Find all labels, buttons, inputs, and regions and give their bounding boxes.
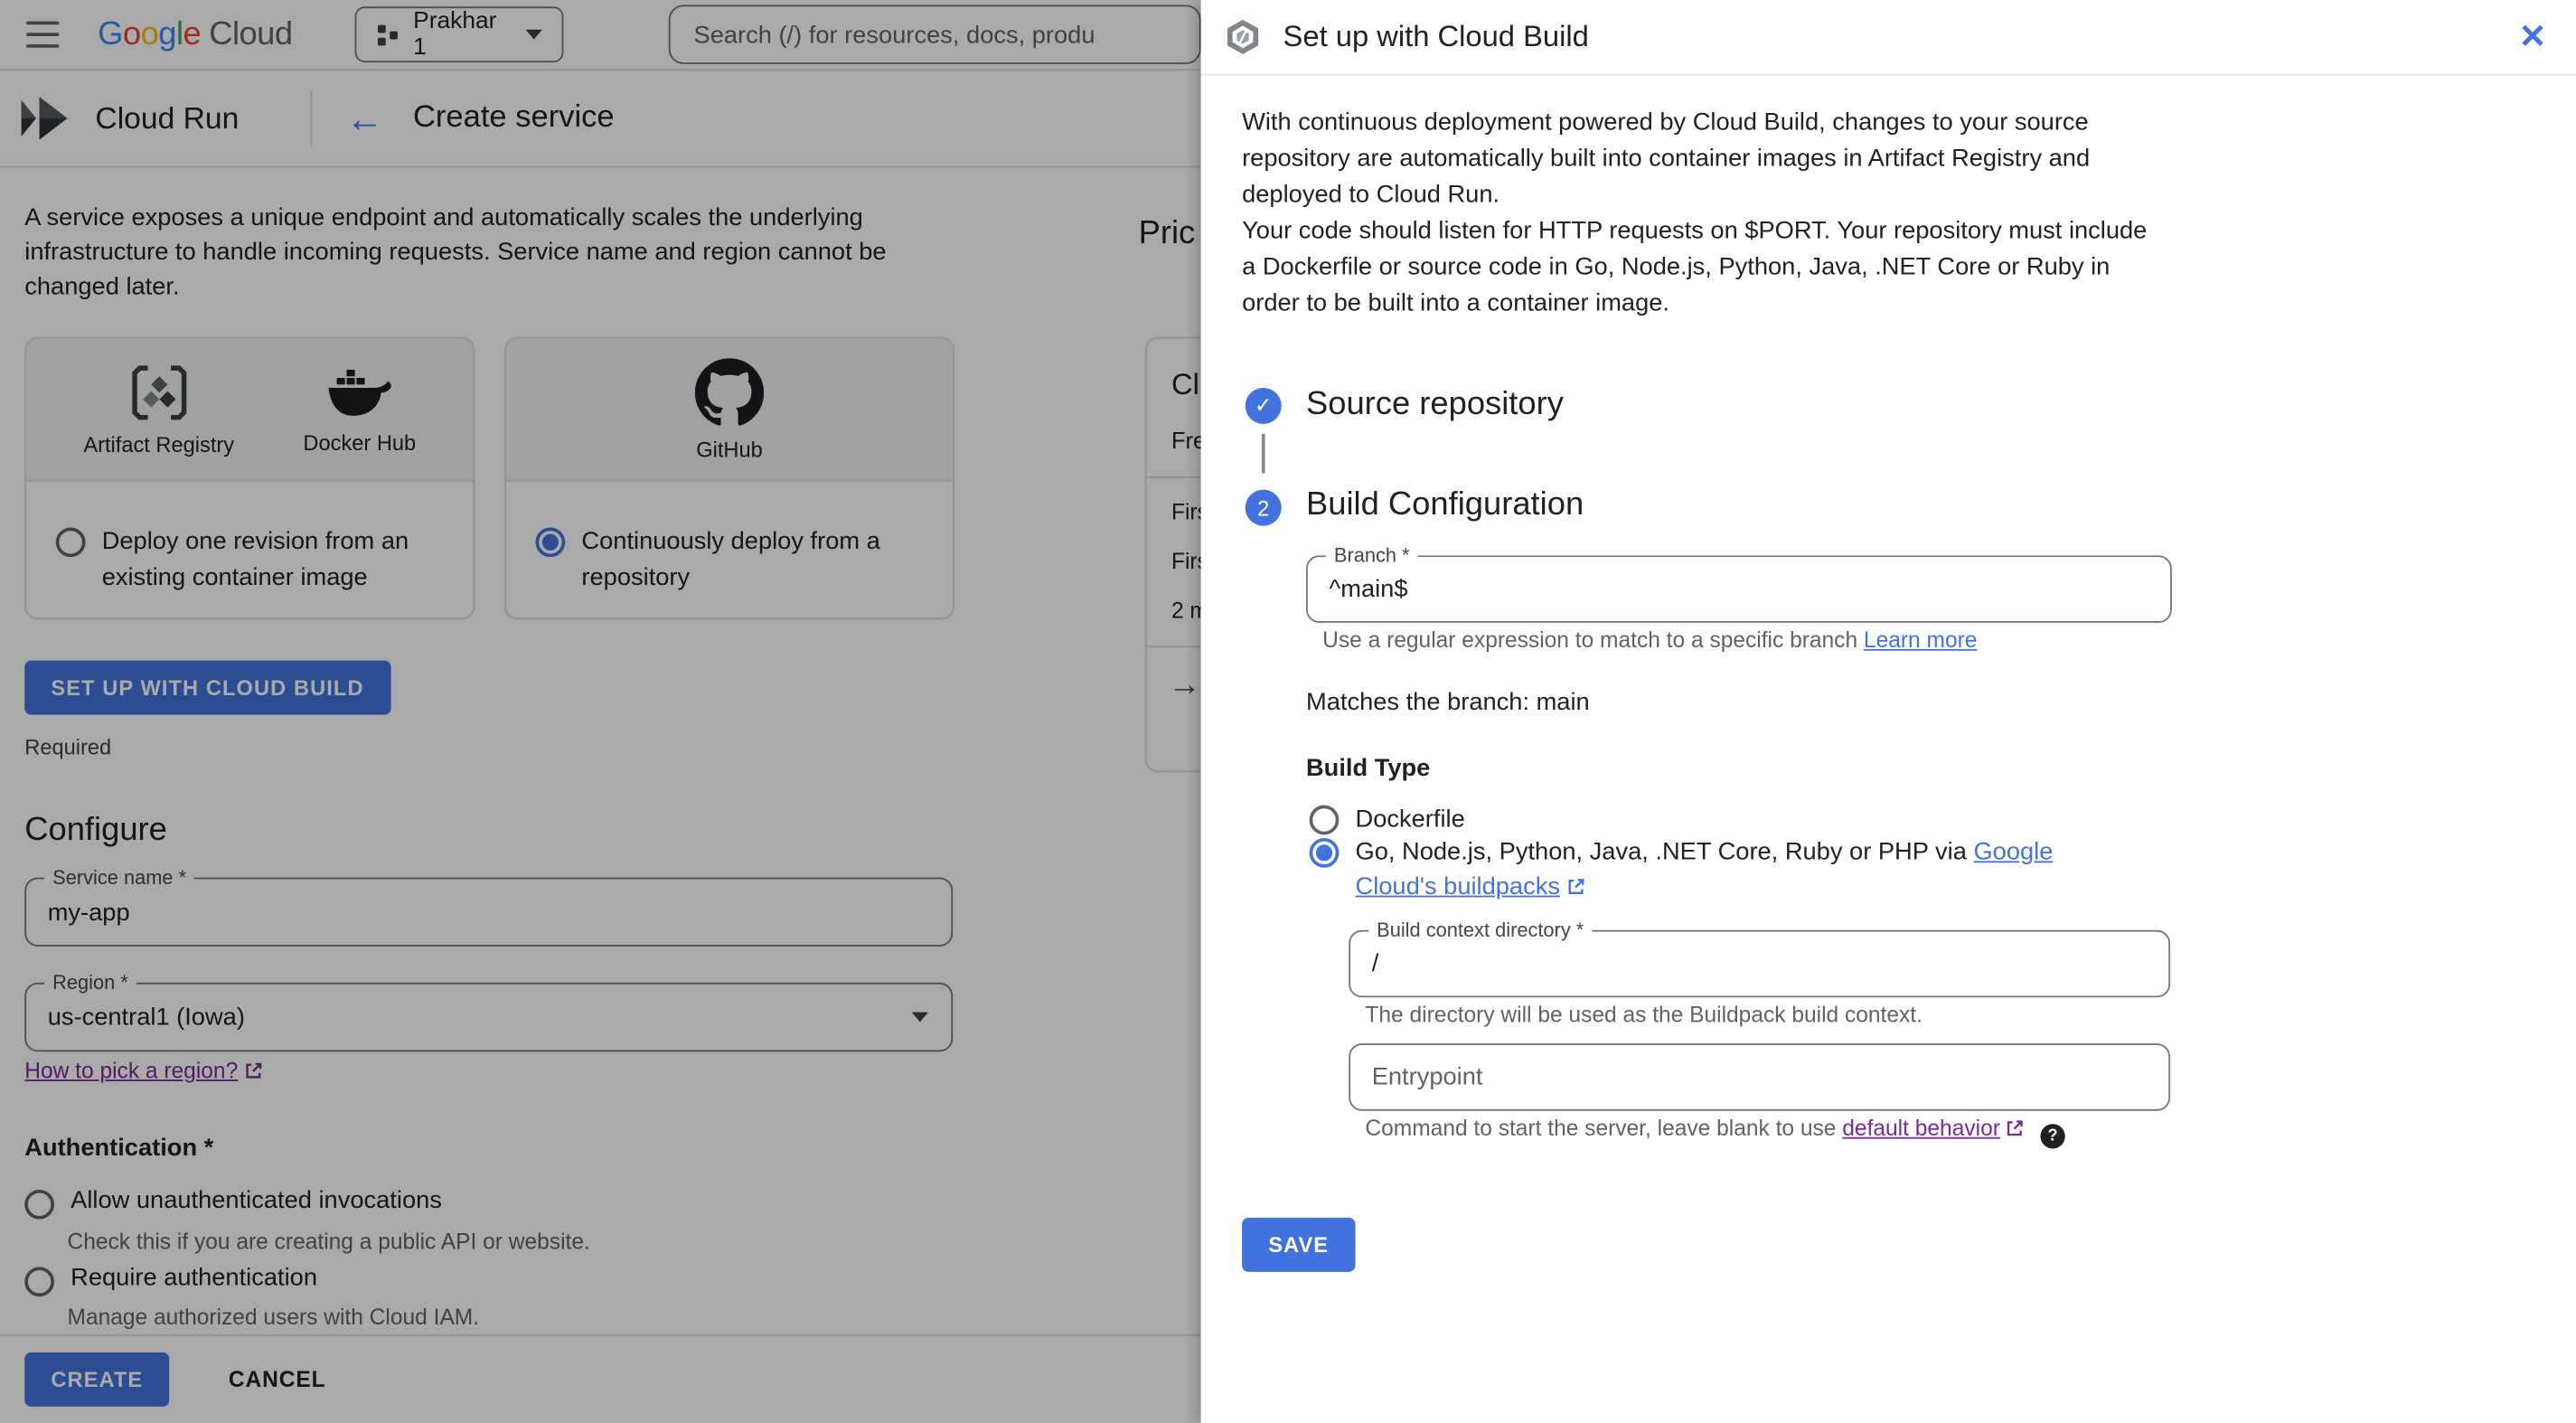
panel-description: With continuous deployment powered by Cl… bbox=[1242, 105, 2165, 322]
panel-description-p2: Your code should listen for HTTP request… bbox=[1242, 216, 2148, 317]
buildpacks-radio[interactable] bbox=[1309, 837, 1340, 868]
build-context-field[interactable]: Build context directory * bbox=[1349, 919, 2171, 998]
help-icon[interactable]: ? bbox=[2040, 1124, 2065, 1149]
default-behavior-link[interactable]: default behavior bbox=[1842, 1116, 2000, 1140]
step2-number-badge: 2 bbox=[1245, 489, 1282, 526]
entrypoint-field[interactable] bbox=[1349, 1043, 2171, 1111]
external-link-icon bbox=[1568, 879, 1584, 895]
check-icon: ✓ bbox=[1254, 392, 1273, 418]
dockerfile-label: Dockerfile bbox=[1355, 805, 1465, 834]
dockerfile-radio[interactable] bbox=[1309, 805, 1340, 835]
gcp-console: GoogleCloud Prakhar 1 Cloud Run ← Create… bbox=[0, 0, 2576, 1423]
cloud-build-panel: Set up with Cloud Build ✕ With continuou… bbox=[1200, 0, 2576, 1423]
build-type-heading: Build Type bbox=[1305, 754, 1431, 783]
branch-match-note: Matches the branch: main bbox=[1305, 688, 1590, 717]
learn-more-link[interactable]: Learn more bbox=[1864, 627, 1977, 652]
panel-header: Set up with Cloud Build ✕ bbox=[1200, 0, 2576, 76]
entrypoint-input[interactable] bbox=[1350, 1044, 2169, 1109]
step2-build-configuration[interactable]: Build Configuration bbox=[1306, 486, 1584, 524]
panel-title: Set up with Cloud Build bbox=[1283, 19, 1589, 53]
overlay-scrim bbox=[0, 0, 1201, 1423]
build-context-label: Build context directory * bbox=[1368, 919, 1593, 940]
save-button[interactable]: SAVE bbox=[1242, 1217, 1356, 1272]
close-icon[interactable]: ✕ bbox=[2519, 16, 2546, 57]
branch-input[interactable] bbox=[1307, 557, 2171, 622]
branch-helper: Use a regular expression to match to a s… bbox=[1322, 627, 1977, 652]
buildpacks-label: Go, Node.js, Python, Java, .NET Core, Ru… bbox=[1356, 834, 2115, 903]
build-type-buildpacks-option[interactable]: Go, Node.js, Python, Java, .NET Core, Ru… bbox=[1309, 834, 2115, 903]
build-type-dockerfile-option[interactable]: Dockerfile bbox=[1309, 802, 1465, 836]
panel-description-p1: With continuous deployment powered by Cl… bbox=[1242, 108, 2091, 209]
buildpacks-label-text: Go, Node.js, Python, Java, .NET Core, Ru… bbox=[1355, 837, 1974, 866]
build-context-helper: The directory will be used as the Buildp… bbox=[1365, 1002, 1923, 1028]
cloud-build-icon bbox=[1227, 19, 1259, 54]
branch-field[interactable]: Branch * bbox=[1305, 545, 2172, 623]
step-connector bbox=[1261, 433, 1265, 474]
step1-source-repository[interactable]: Source repository bbox=[1306, 386, 1564, 424]
entrypoint-helper-text: Command to start the server, leave blank… bbox=[1365, 1116, 1843, 1141]
branch-helper-text: Use a regular expression to match to a s… bbox=[1322, 627, 1864, 653]
step1-complete-icon: ✓ bbox=[1245, 387, 1282, 424]
external-link-icon bbox=[2007, 1120, 2024, 1136]
entrypoint-helper: Command to start the server, leave blank… bbox=[1365, 1116, 2065, 1149]
branch-label: Branch * bbox=[1325, 545, 1418, 566]
